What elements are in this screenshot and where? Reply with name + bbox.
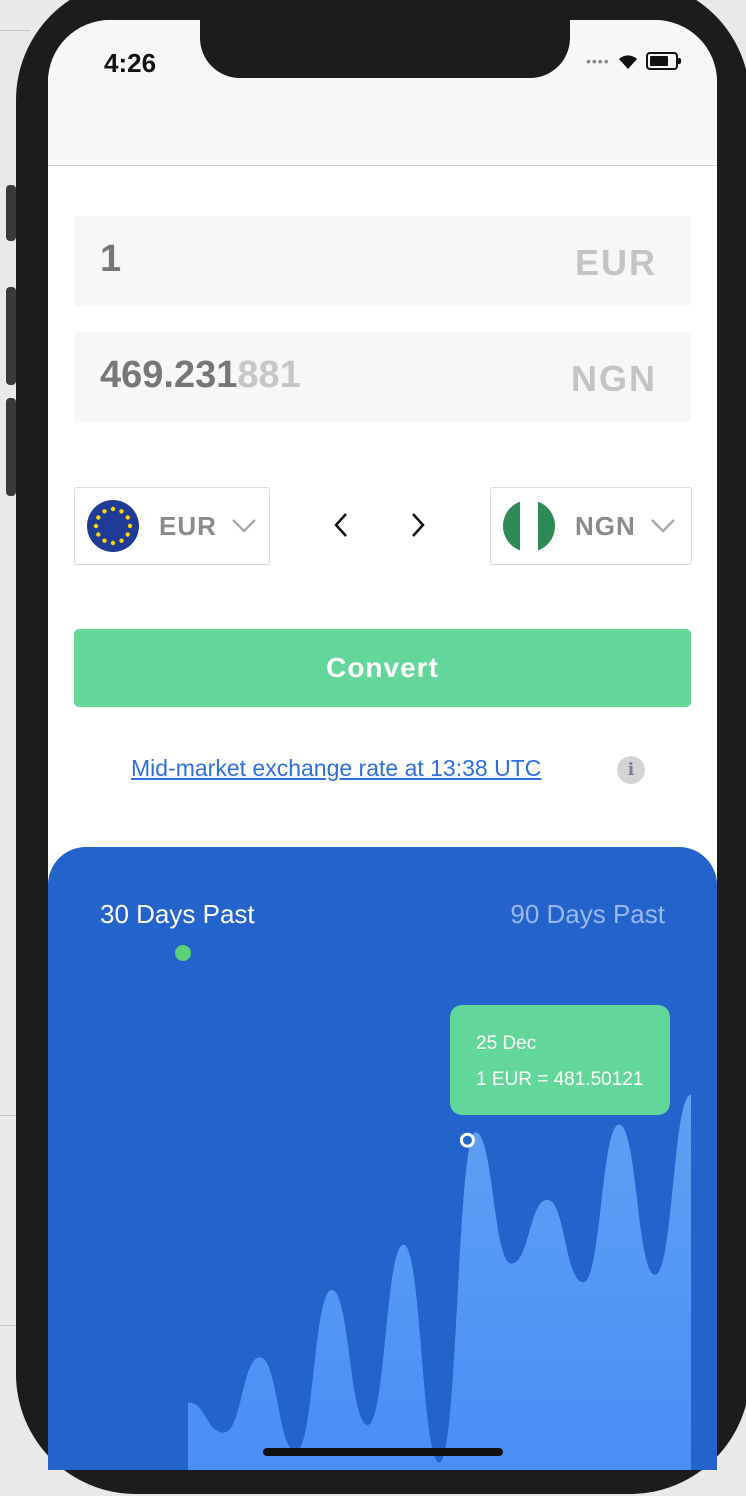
chevron-left-icon — [334, 513, 347, 537]
amount-currency: EUR — [574, 242, 657, 283]
chevron-down-icon — [232, 519, 256, 533]
eu-star — [125, 515, 130, 520]
mute-switch — [6, 185, 16, 241]
ng-flag-icon — [503, 500, 555, 552]
eu-star — [119, 509, 124, 514]
result-value-faded: 881 — [237, 354, 301, 396]
eu-star — [127, 523, 133, 529]
amount-value: 1 — [100, 238, 122, 280]
eu-star — [102, 509, 107, 514]
to-currency-code: NGN — [575, 510, 636, 541]
bg-divider — [0, 30, 30, 31]
volume-down-button — [6, 398, 16, 496]
next-arrow-button[interactable] — [403, 508, 433, 547]
amount-field[interactable]: 1 EUR — [74, 216, 691, 306]
result-field[interactable]: 469.231881 NGN — [74, 332, 691, 422]
eu-star — [125, 532, 130, 537]
tooltip-date: 25 Dec — [476, 1033, 537, 1054]
status-time: 4:26 — [104, 48, 157, 78]
rate-area-series — [188, 1094, 691, 1470]
eu-flag-icon — [87, 500, 139, 552]
tab-30-days[interactable]: 30 Days Past — [100, 899, 255, 930]
chart-tooltip: 25 Dec 1 EUR = 481.50121 — [450, 1005, 670, 1115]
result-currency: NGN — [571, 358, 657, 399]
rate-chart-panel: 30 Days Past 90 Days Past 25 Dec 1 EUR =… — [48, 847, 717, 1470]
chevron-down-icon — [650, 519, 675, 533]
previous-arrow-button[interactable] — [326, 508, 356, 547]
info-icon[interactable]: i — [617, 756, 645, 784]
battery-icon — [645, 52, 681, 70]
wifi-icon — [618, 55, 637, 69]
selected-point-marker[interactable] — [459, 1132, 475, 1148]
status-icons: •••• — [586, 52, 681, 70]
eu-star — [110, 506, 116, 512]
eu-star — [102, 538, 107, 543]
device-notch — [200, 20, 570, 78]
result-value: 469.231881 — [100, 354, 301, 397]
volume-up-button — [6, 287, 16, 385]
active-tab-indicator — [175, 945, 191, 961]
rate-chart — [188, 1094, 691, 1470]
from-currency-code: EUR — [159, 510, 217, 541]
eu-star — [119, 538, 124, 543]
exchange-rate-link[interactable]: Mid-market exchange rate at 13:38 UTC — [131, 755, 541, 782]
eu-star — [96, 532, 101, 537]
result-value-main: 469.231 — [100, 354, 238, 396]
tooltip-rate: 1 EUR = 481.50121 — [476, 1069, 644, 1090]
eu-star — [110, 540, 116, 546]
to-currency-select[interactable]: NGN — [490, 487, 692, 565]
eu-star — [93, 523, 99, 529]
tab-90-days[interactable]: 90 Days Past — [510, 899, 665, 930]
eu-star — [96, 515, 101, 520]
convert-button[interactable]: Convert — [74, 629, 691, 707]
chevron-right-icon — [412, 513, 425, 537]
home-indicator — [263, 1448, 503, 1456]
signal-icon: •••• — [586, 53, 610, 69]
from-currency-select[interactable]: EUR — [74, 487, 270, 565]
